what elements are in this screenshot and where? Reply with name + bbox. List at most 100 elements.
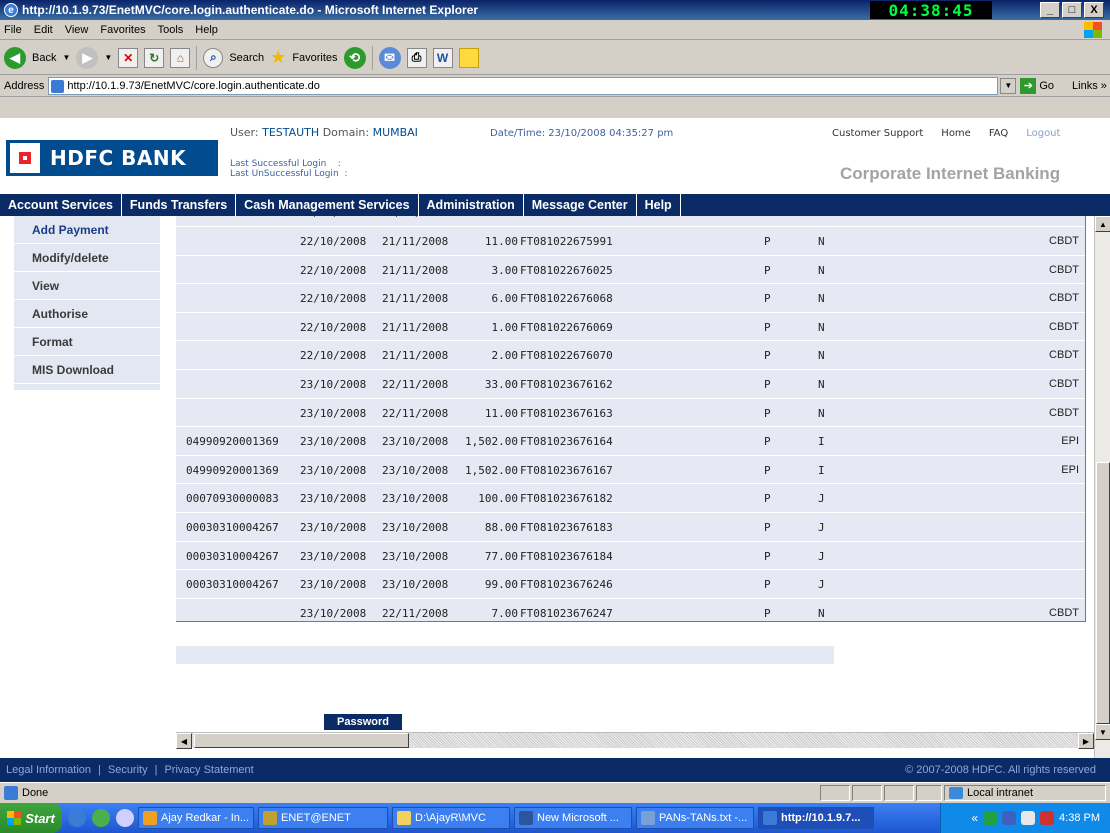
privacy-statement-link[interactable]: Privacy Statement <box>164 764 253 776</box>
scroll-left-icon[interactable]: ◀ <box>176 733 192 749</box>
task-ie-active[interactable]: http://10.1.9.7... <box>758 807 874 829</box>
tray-icon[interactable] <box>983 811 998 825</box>
table-row[interactable]: 04990920001369 23/10/2008 23/10/2008 1,502.… <box>176 455 1085 485</box>
desktop-quicklaunch-icon[interactable] <box>116 809 134 827</box>
logout-link[interactable]: Logout <box>1026 128 1060 139</box>
vertical-scrollbar[interactable]: ▲ ▼ <box>1094 216 1110 758</box>
scroll-up-icon[interactable]: ▲ <box>1095 216 1110 232</box>
value-date-cell: 22/10/2008 <box>300 349 367 363</box>
table-row[interactable]: 22/10/2008 21/11/2008 2.00 FT081022676070 P N… <box>176 341 1085 370</box>
customer-support-link[interactable]: Customer Support <box>832 128 923 139</box>
vertical-scroll-thumb[interactable] <box>1096 462 1110 724</box>
address-dropdown-icon[interactable]: ▼ <box>1000 77 1017 94</box>
legal-information-link[interactable]: Legal Information <box>6 764 91 776</box>
favorites-star-icon[interactable]: ★ <box>270 47 286 68</box>
table-row[interactable]: 22/10/2008 21/11/2008 3.00 FT081022676025 P N… <box>176 255 1085 285</box>
home-icon[interactable]: ⌂ <box>170 47 191 68</box>
start-button[interactable]: Start <box>0 803 62 833</box>
security-link[interactable]: Security <box>108 764 148 776</box>
sidebar-item-modify-delete[interactable]: Modify/delete <box>14 244 160 272</box>
nav-help[interactable]: Help <box>637 194 681 216</box>
back-button[interactable]: Back <box>32 52 56 64</box>
table-row[interactable]: 22/10/2008 21/11/2008 6.00 FT081022676068 P N… <box>176 284 1085 313</box>
close-button[interactable]: X <box>1084 2 1104 18</box>
mode-code-cell: N <box>818 235 825 248</box>
menu-favorites[interactable]: Favorites <box>100 24 145 36</box>
ie-quicklaunch-icon[interactable] <box>68 809 86 827</box>
faq-link[interactable]: FAQ <box>989 128 1008 139</box>
menu-view[interactable]: View <box>65 24 89 36</box>
tray-expand-icon[interactable]: « <box>971 811 978 825</box>
table-row[interactable]: 22/10/2008 21/11/2008 11.00 FT081022675991 P… <box>176 227 1085 256</box>
menu-file[interactable]: File <box>4 24 22 36</box>
maximize-button[interactable]: □ <box>1062 2 1082 18</box>
home-link[interactable]: Home <box>941 128 971 139</box>
table-row[interactable]: 23/10/2008 22/11/2008 11.00 FT081023676163 P… <box>176 398 1085 428</box>
horizontal-scrollbar[interactable]: ◀ ▶ <box>176 732 1094 749</box>
history-icon[interactable]: ⟲ <box>343 46 366 69</box>
expiry-date-cell: 21/11/2008 <box>382 349 449 363</box>
nav-account-services[interactable]: Account Services <box>0 194 122 216</box>
task-enet[interactable]: ENET@ENET <box>258 807 388 829</box>
menu-tools[interactable]: Tools <box>158 24 184 36</box>
mail-icon[interactable]: ✉ <box>378 46 401 69</box>
go-button[interactable]: ➔ Go <box>1020 77 1054 94</box>
forward-dropdown-icon[interactable]: ▼ <box>104 53 112 62</box>
print-icon[interactable]: ⎙ <box>406 47 427 68</box>
sidebar-item-authorise[interactable]: Authorise <box>14 300 160 328</box>
page-footer: Legal Information | Security | Privacy S… <box>0 758 1110 782</box>
nav-administration[interactable]: Administration <box>419 194 524 216</box>
nav-funds-transfers[interactable]: Funds Transfers <box>122 194 237 216</box>
links-button[interactable]: Links » <box>1072 80 1107 92</box>
table-row[interactable]: 21/10/2008 20/11/2008 2.00FT081021675987 P N… <box>176 216 1085 227</box>
scroll-down-icon[interactable]: ▼ <box>1095 724 1110 740</box>
table-row[interactable]: 04990920001369 23/10/2008 23/10/2008 1,502.… <box>176 427 1085 456</box>
messenger-icon[interactable] <box>1021 811 1036 825</box>
minimize-button[interactable]: _ <box>1040 2 1060 18</box>
security-icon[interactable] <box>1040 811 1055 825</box>
menu-help[interactable]: Help <box>195 24 218 36</box>
refresh-icon[interactable]: ↻ <box>144 47 165 68</box>
sidebar-item-format[interactable]: Format <box>14 328 160 356</box>
table-row[interactable]: 00070930000083 23/10/2008 23/10/2008 100.00… <box>176 484 1085 513</box>
search-button[interactable]: Search <box>229 52 264 64</box>
sidebar-item-mis-download[interactable]: MIS Download <box>14 356 160 384</box>
nav-cash-management[interactable]: Cash Management Services <box>236 194 419 216</box>
domain-label: Domain: <box>322 126 370 139</box>
table-row[interactable]: 00030310004267 23/10/2008 23/10/2008 88.00 F… <box>176 512 1085 542</box>
stop-icon[interactable]: ✕ <box>118 47 139 68</box>
address-input[interactable]: http://10.1.9.73/EnetMVC/core.login.auth… <box>48 76 999 95</box>
back-arrow-icon[interactable]: ◀ <box>4 46 26 69</box>
table-row[interactable]: 22/10/2008 21/11/2008 1.00 FT081022676069 P N… <box>176 312 1085 342</box>
last-unsuccessful-login: Last UnSuccessful Login : <box>230 169 348 179</box>
table-row[interactable]: 23/10/2008 22/11/2008 33.00 FT081023676162 P… <box>176 369 1085 399</box>
task-ajay-redkar[interactable]: Ajay Redkar - In... <box>138 807 254 829</box>
notes-icon[interactable] <box>458 47 479 68</box>
sidebar-item-add-payment[interactable]: Add Payment <box>14 216 160 244</box>
sidebar-item-view[interactable]: View <box>14 272 160 300</box>
edit-word-icon[interactable]: W <box>432 47 453 68</box>
back-dropdown-icon[interactable]: ▼ <box>62 53 70 62</box>
menu-bar: File Edit View Favorites Tools Help <box>0 20 1110 40</box>
status-code-cell: P <box>764 216 771 219</box>
menu-edit[interactable]: Edit <box>34 24 53 36</box>
nav-message-center[interactable]: Message Center <box>524 194 637 216</box>
network-icon[interactable] <box>1002 811 1017 825</box>
table-row[interactable]: 00030310004267 23/10/2008 23/10/2008 99.00 F… <box>176 570 1085 599</box>
table-row[interactable]: 23/10/2008 22/11/2008 7.00 FT081023676247 P N… <box>176 598 1085 621</box>
task-notepad[interactable]: PANs-TANs.txt -... <box>636 807 754 829</box>
password-tab[interactable]: Password <box>324 714 402 730</box>
favorites-button[interactable]: Favorites <box>292 52 337 64</box>
task-folder[interactable]: D:\AjayR\MVC <box>392 807 510 829</box>
table-row[interactable]: 00030310004267 23/10/2008 23/10/2008 77.00 F… <box>176 541 1085 571</box>
mode-code-cell: N <box>818 216 825 219</box>
scroll-right-icon[interactable]: ▶ <box>1078 733 1094 749</box>
horizontal-scroll-thumb[interactable] <box>194 733 409 748</box>
quicklaunch-icon[interactable] <box>92 809 110 827</box>
forward-arrow-icon[interactable]: ▶ <box>76 46 99 69</box>
search-icon[interactable]: ⌕ <box>203 47 224 68</box>
user-value: TESTAUTH <box>262 126 320 139</box>
task-word[interactable]: New Microsoft ... <box>514 807 632 829</box>
value-date-cell: 23/10/2008 <box>300 406 367 420</box>
expiry-date-cell: 21/11/2008 <box>382 263 449 277</box>
